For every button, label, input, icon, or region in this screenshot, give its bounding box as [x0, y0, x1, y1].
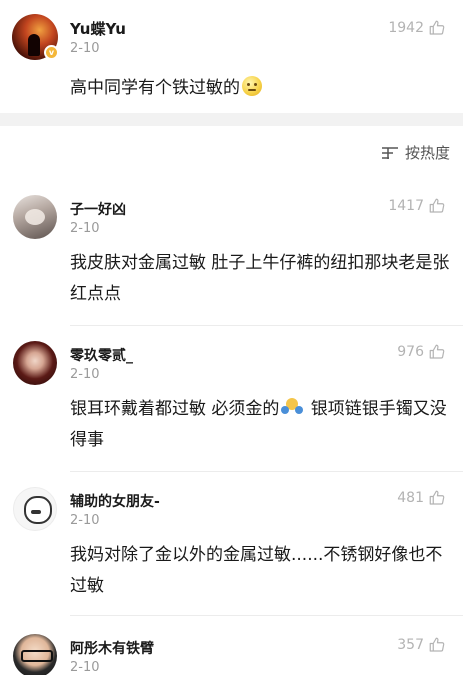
- hug-emoji-icon: [281, 398, 304, 416]
- comment-like-button[interactable]: 481: [397, 489, 446, 507]
- comment-text: 我皮肤对金属过敏 肚子上牛仔裤的纽扣那块老是张红点点: [70, 253, 450, 304]
- comment-author-name[interactable]: 子一好凶: [70, 199, 126, 219]
- comment-like-count: 481: [397, 490, 424, 506]
- comment-text: 我妈对除了金以外的金属过敏......不锈钢好像也不过敏: [70, 545, 443, 596]
- comment-author-name[interactable]: 阿彤木有铁臂: [70, 638, 154, 658]
- comment-like-button[interactable]: 1417: [388, 197, 446, 215]
- thumbs-up-icon: [429, 637, 445, 652]
- neutral-face-emoji-icon: [242, 76, 262, 96]
- thumbs-up-icon: [429, 20, 445, 35]
- comment-date: 2-10: [70, 660, 100, 675]
- post-text-content: 高中同学有个铁过敏的: [70, 78, 240, 98]
- post-author-name[interactable]: Yu蝶Yu: [70, 18, 126, 39]
- thumbs-up-icon: [429, 344, 445, 359]
- comment-separator: [70, 471, 463, 472]
- sort-label: 按热度: [404, 144, 450, 162]
- comment-author-name[interactable]: 零玖零贰_: [70, 345, 133, 365]
- section-divider: [0, 113, 463, 126]
- comment-separator: [70, 325, 463, 326]
- thumbs-up-icon: [429, 490, 445, 505]
- comment-date: 2-10: [70, 221, 100, 236]
- original-post: v Yu蝶Yu 2-10 1942 高中同学有个铁过敏的: [0, 0, 463, 113]
- post-like-button[interactable]: 1942: [388, 19, 446, 37]
- sort-lines-icon: [381, 146, 398, 159]
- comment-avatar[interactable]: [13, 487, 57, 531]
- post-text: 高中同学有个铁过敏的: [70, 73, 262, 104]
- post-like-count: 1942: [388, 20, 424, 36]
- comment-like-count: 357: [397, 637, 424, 653]
- comment-like-button[interactable]: 357: [397, 636, 446, 654]
- comment-avatar[interactable]: [13, 195, 57, 239]
- verified-badge-icon: v: [44, 45, 59, 60]
- comment-date: 2-10: [70, 367, 100, 382]
- comment-date: 2-10: [70, 513, 100, 528]
- comment-avatar[interactable]: [13, 634, 57, 675]
- post-date: 2-10: [70, 41, 100, 56]
- comment-like-count: 976: [397, 344, 424, 360]
- comment-like-count: 1417: [388, 198, 424, 214]
- comment-text-part: 银耳环戴着都过敏 必须金的: [70, 399, 280, 419]
- comment-like-button[interactable]: 976: [397, 343, 446, 361]
- comment-text: 银耳环戴着都过敏 必须金的 银项链银手镯又没得事: [70, 394, 455, 456]
- sort-by-hot-button[interactable]: 按热度: [381, 142, 450, 163]
- comment-separator: [70, 615, 463, 616]
- comment-avatar[interactable]: [13, 341, 57, 385]
- thumbs-up-icon: [429, 198, 445, 213]
- comment-author-name[interactable]: 辅助的女朋友-: [70, 491, 160, 511]
